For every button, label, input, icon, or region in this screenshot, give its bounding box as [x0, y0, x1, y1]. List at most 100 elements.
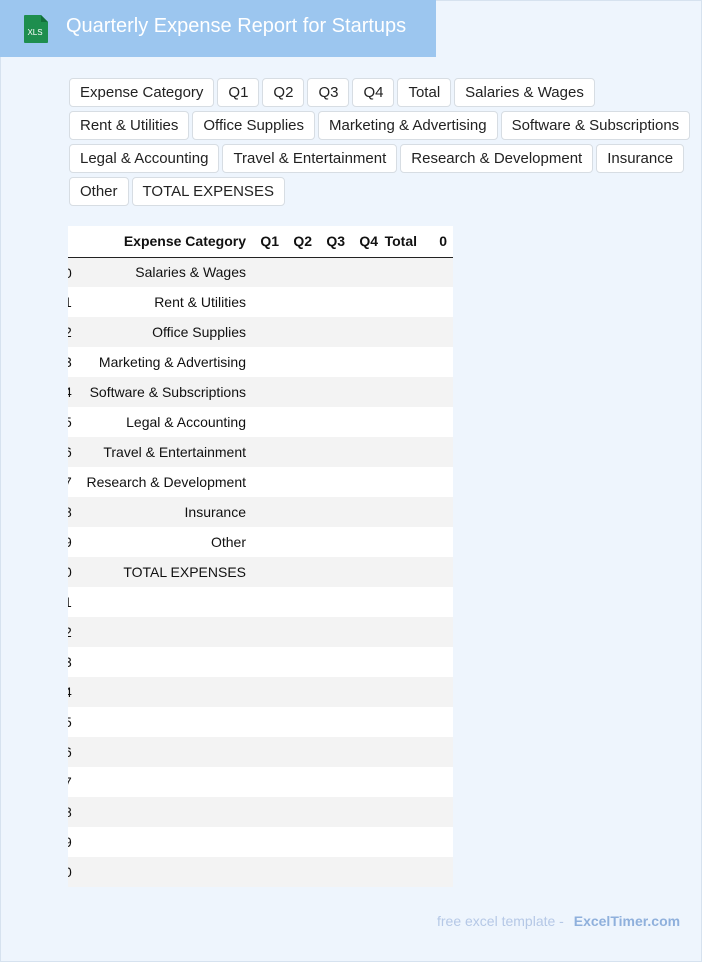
value-cell	[423, 737, 453, 767]
table-row: 0 TOTAL EXPENSES	[68, 557, 453, 587]
column-chip[interactable]: Legal & Accounting	[69, 144, 220, 173]
value-cell	[318, 857, 351, 887]
value-cell	[384, 797, 423, 827]
column-chip[interactable]: Insurance	[596, 144, 685, 173]
value-cell	[285, 527, 318, 557]
value-cell	[423, 527, 453, 557]
column-header: 0	[439, 233, 447, 250]
value-cell	[384, 677, 423, 707]
value-cell	[318, 617, 351, 647]
column-header: Q4	[359, 233, 378, 250]
table-row: 6	[68, 737, 453, 767]
value-cell	[351, 347, 384, 377]
category-cell: Software & Subscriptions	[89, 384, 246, 400]
value-cell	[252, 467, 285, 497]
value-cell	[252, 707, 285, 737]
row-index-cell: 5	[68, 407, 80, 437]
row-index-cell: 8	[68, 797, 80, 827]
category-cell	[80, 587, 252, 617]
value-cell	[318, 347, 351, 377]
row-index: 9	[68, 834, 72, 850]
value-cell	[423, 647, 453, 677]
value-cell	[318, 557, 351, 587]
value-cell	[285, 407, 318, 437]
row-index: 1	[68, 294, 72, 310]
row-index-cell: 1	[68, 587, 80, 617]
column-chip[interactable]: TOTAL EXPENSES	[131, 177, 285, 206]
row-index-cell: 7	[68, 767, 80, 797]
category-cell	[80, 827, 252, 857]
value-cell	[252, 767, 285, 797]
column-chip[interactable]: Rent & Utilities	[69, 111, 190, 140]
value-cell	[384, 407, 423, 437]
value-cell	[351, 437, 384, 467]
row-index: 9	[68, 534, 72, 550]
value-cell	[384, 347, 423, 377]
value-cell	[351, 257, 384, 287]
value-cell	[285, 467, 318, 497]
value-cell	[384, 647, 423, 677]
value-cell	[252, 737, 285, 767]
value-cell	[318, 497, 351, 527]
data-table: Expense Category Q1 Q2 Q3 Q4 Total 0 0 Salaries…	[68, 226, 453, 887]
column-chip[interactable]: Expense Category	[69, 78, 215, 107]
column-chip[interactable]: Office Supplies	[192, 111, 315, 140]
column-header: Expense Category	[123, 233, 246, 250]
value-cell	[423, 497, 453, 527]
value-cell	[384, 467, 423, 497]
column-chip[interactable]: Research & Development	[400, 144, 594, 173]
column-chip[interactable]: Travel & Entertainment	[222, 144, 398, 173]
category-cell: Insurance	[184, 504, 246, 520]
column-chip[interactable]: Q1	[217, 78, 260, 107]
value-cell	[351, 317, 384, 347]
data-table-container: Expense Category Q1 Q2 Q3 Q4 Total 0 0 Salaries…	[68, 226, 453, 887]
value-cell	[285, 437, 318, 467]
row-index-cell: 4	[68, 377, 80, 407]
value-cell	[318, 587, 351, 617]
column-chip[interactable]: Software & Subscriptions	[500, 111, 691, 140]
category-cell: Legal & Accounting	[126, 414, 246, 430]
value-cell	[252, 557, 285, 587]
value-cell	[384, 287, 423, 317]
row-index: 7	[68, 474, 72, 490]
column-chip[interactable]: Q3	[307, 78, 350, 107]
value-cell	[384, 707, 423, 737]
value-cell	[423, 437, 453, 467]
column-chip[interactable]: Total	[397, 78, 452, 107]
value-cell	[285, 827, 318, 857]
column-chip[interactable]: Salaries & Wages	[454, 78, 595, 107]
column-chip[interactable]: Q4	[352, 78, 395, 107]
value-cell	[318, 467, 351, 497]
category-cell: Rent & Utilities	[154, 294, 246, 310]
value-cell	[423, 317, 453, 347]
value-cell	[318, 737, 351, 767]
table-row: 5	[68, 707, 453, 737]
value-cell	[351, 527, 384, 557]
column-chip[interactable]: Other	[69, 177, 129, 206]
value-cell	[384, 857, 423, 887]
value-cell	[252, 797, 285, 827]
value-cell	[285, 767, 318, 797]
row-index-cell: 3	[68, 347, 80, 377]
value-cell	[285, 587, 318, 617]
value-cell	[384, 827, 423, 857]
value-cell	[423, 707, 453, 737]
value-cell	[423, 767, 453, 797]
column-header: Q2	[293, 233, 312, 250]
value-cell	[285, 617, 318, 647]
column-chip[interactable]: Marketing & Advertising	[318, 111, 498, 140]
value-cell	[384, 527, 423, 557]
footer-brand-link[interactable]: ExcelTimer.com	[574, 913, 680, 929]
value-cell	[351, 407, 384, 437]
value-cell	[384, 767, 423, 797]
value-cell	[318, 257, 351, 287]
column-chip[interactable]: Q2	[262, 78, 305, 107]
category-cell: Salaries & Wages	[135, 264, 246, 281]
column-header	[68, 226, 80, 257]
value-cell	[285, 287, 318, 317]
value-cell	[384, 617, 423, 647]
table-row: 2	[68, 617, 453, 647]
row-index: 0	[68, 265, 72, 281]
value-cell	[351, 677, 384, 707]
row-index: 0	[68, 864, 72, 880]
